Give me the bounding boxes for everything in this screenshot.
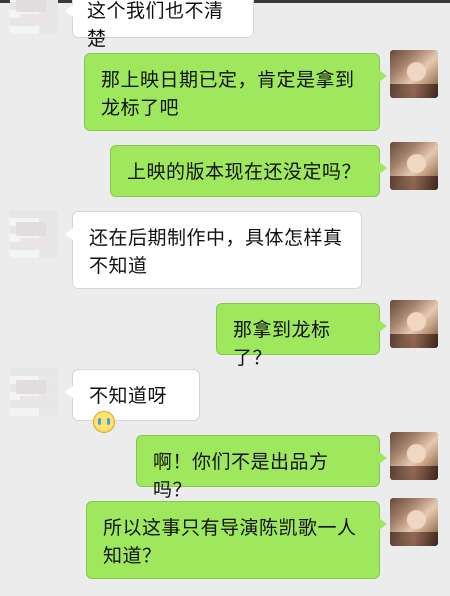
message-text: 那拿到龙标了？ [233, 319, 331, 369]
crying-face-emoji-icon [93, 411, 115, 433]
message-row-sent: 那拿到龙标了？ [0, 300, 450, 369]
received-message-bubble[interactable]: 这个我们也不清楚 [65, 0, 254, 50]
my-avatar[interactable] [390, 50, 438, 98]
my-avatar[interactable] [390, 432, 438, 480]
message-row-received: 还在后期制作中，具体怎样真不知道 [0, 208, 450, 292]
my-avatar[interactable] [390, 498, 438, 546]
sent-message-bubble[interactable]: 上映的版本现在还没定吗？ [110, 145, 387, 197]
message-text: 那上映日期已定，肯定是拿到龙标了吧 [101, 69, 355, 119]
message-row-sent: 上映的版本现在还没定吗？ [0, 142, 450, 198]
contact-avatar[interactable] [10, 210, 58, 258]
message-text: 还在后期制作中，具体怎样真不知道 [89, 227, 343, 277]
sent-message-bubble[interactable]: 那上映日期已定，肯定是拿到龙标了吧 [84, 53, 387, 131]
received-message-bubble[interactable]: 还在后期制作中，具体怎样真不知道 [65, 211, 362, 289]
message-text: 不知道呀 [89, 385, 168, 407]
message-row-sent: 啊！你们不是出品方吗？ [0, 432, 450, 501]
sent-message-bubble[interactable]: 那拿到龙标了？ [216, 303, 387, 369]
message-row-received: 这个我们也不清楚 [0, 0, 450, 50]
message-text: 这个我们也不清楚 [87, 0, 224, 50]
sent-message-bubble[interactable]: 所以这事只有导演陈凯歌一人知道？ [86, 501, 387, 579]
my-avatar[interactable] [390, 300, 438, 348]
sent-message-bubble[interactable]: 啊！你们不是出品方吗？ [136, 435, 387, 501]
contact-avatar[interactable] [10, 368, 58, 416]
contact-avatar[interactable] [10, 0, 58, 34]
message-text: 所以这事只有导演陈凯歌一人知道？ [103, 517, 357, 567]
my-avatar[interactable] [390, 142, 438, 190]
message-text: 啊！你们不是出品方吗？ [153, 451, 329, 501]
message-row-sent: 所以这事只有导演陈凯歌一人知道？ [0, 498, 450, 584]
message-row-sent: 那上映日期已定，肯定是拿到龙标了吧 [0, 50, 450, 134]
message-text: 上映的版本现在还没定吗？ [127, 161, 362, 183]
received-message-bubble[interactable]: 不知道呀 [65, 369, 200, 433]
message-row-received: 不知道呀 [0, 366, 450, 433]
